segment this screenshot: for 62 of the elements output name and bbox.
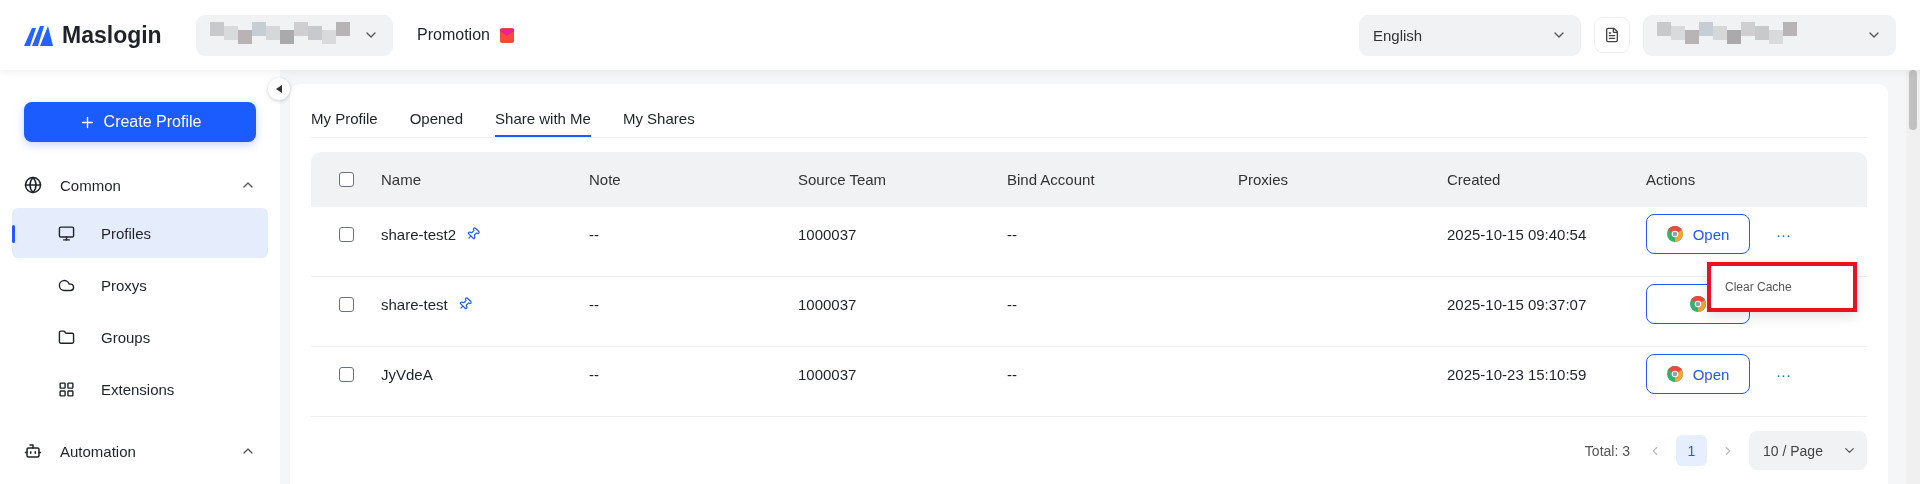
logo-icon [24, 24, 54, 46]
select-all-checkbox[interactable] [338, 172, 354, 187]
row-checkbox[interactable] [338, 296, 354, 312]
browser-logo-icon [1666, 226, 1683, 243]
tab[interactable]: My Shares [622, 98, 695, 137]
sidebar-item[interactable]: Proxys [12, 260, 268, 310]
sidebar-item[interactable]: Profiles [12, 208, 268, 258]
total-count: Total: 3 [1584, 442, 1630, 459]
column-header: Created [1447, 171, 1502, 188]
table-cell-text: 2025-10-15 09:37:07 [1447, 295, 1588, 313]
menu-item[interactable]: Clear Cache [1725, 280, 1792, 295]
table-cell-text: -- [1007, 225, 1018, 243]
row-checkbox[interactable] [338, 366, 354, 382]
open-button[interactable]: Open [1646, 354, 1750, 395]
document-icon [1604, 27, 1620, 43]
create-profile-button[interactable]: Create Profile [24, 102, 256, 142]
table-cell: share-test2 [381, 225, 457, 243]
browser-logo-icon [1666, 366, 1683, 383]
document-button[interactable] [1594, 17, 1630, 53]
table-cell-text: -- [589, 295, 600, 313]
table-cell-text: -- [589, 365, 600, 383]
column-header: Source Team [798, 171, 888, 188]
grid-icon [58, 380, 75, 398]
column-header: Bind Account [1007, 171, 1096, 188]
table-cell-text: 1000037 [798, 225, 858, 243]
tab[interactable]: My Profile [311, 98, 378, 137]
table-cell-text: 2025-10-15 09:40:54 [1447, 225, 1588, 243]
collapse-button[interactable] [268, 78, 290, 100]
tab[interactable]: Share with Me [495, 98, 591, 137]
caret-left-icon [276, 85, 282, 93]
sidebar-section[interactable]: Common [60, 176, 222, 194]
folder-icon [58, 328, 75, 346]
envelope-icon [499, 27, 514, 43]
table-cell-text: 1000037 [798, 295, 858, 313]
page-button[interactable]: 1 [1676, 435, 1707, 466]
row-checkbox[interactable] [338, 226, 354, 242]
table-cell-text: 1000037 [798, 365, 858, 383]
tab[interactable]: Opened [409, 98, 464, 137]
more-button[interactable]: ··· [1776, 225, 1791, 243]
column-header: Note [589, 171, 622, 188]
more-button[interactable]: ··· [1776, 365, 1791, 383]
table-cell-text: 2025-10-23 15:10:59 [1447, 365, 1588, 383]
robot-icon [24, 442, 42, 460]
column-header: Proxies [1238, 171, 1290, 188]
table-cell-text: -- [1007, 365, 1018, 383]
monitor-icon [58, 224, 75, 242]
sidebar-item[interactable]: Extensions [12, 364, 268, 414]
globe-icon [24, 176, 42, 194]
sidebar-section[interactable]: Automation [60, 442, 222, 460]
page-size-select[interactable]: 10 / Page [1749, 431, 1867, 470]
language-select[interactable]: English [1359, 14, 1581, 56]
table-cell-text: -- [1007, 295, 1018, 313]
column-header: Name [381, 171, 422, 188]
promotion-link[interactable]: Promotion [417, 26, 490, 44]
scrollbar[interactable] [1906, 70, 1920, 484]
open-button[interactable]: Open [1646, 214, 1750, 255]
table-cell: share-test [381, 295, 448, 313]
brand-name: Maslogin [62, 21, 162, 49]
column-header: Actions [1646, 171, 1697, 188]
table-cell-text: -- [589, 225, 600, 243]
sidebar-item[interactable]: Groups [12, 312, 268, 362]
table-cell: JyVdeA [381, 365, 433, 383]
